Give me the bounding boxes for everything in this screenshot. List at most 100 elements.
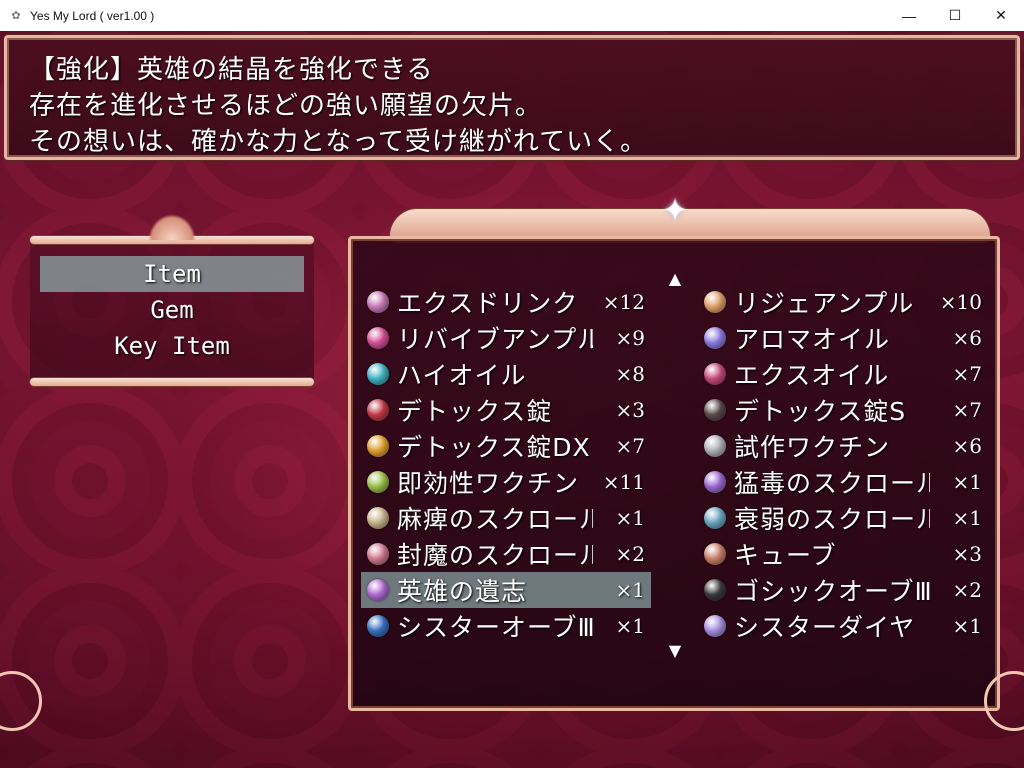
item-row[interactable]: キューブ ×3 bbox=[698, 536, 988, 572]
help-line-3: その想いは、確かな力となって受け継がれていく。 bbox=[29, 127, 648, 157]
item-name: 試作ワクチン bbox=[734, 433, 891, 462]
maximize-button[interactable]: ☐ bbox=[932, 0, 978, 31]
bottle-icon bbox=[704, 435, 726, 457]
help-line-2: 存在を進化させるほどの強い願望の欠片。 bbox=[29, 91, 543, 121]
item-count: ×3 bbox=[952, 542, 982, 566]
item-count: ×2 bbox=[952, 578, 982, 602]
item-count: ×10 bbox=[939, 290, 982, 314]
scroll-icon bbox=[367, 507, 389, 529]
item-count: ×1 bbox=[615, 506, 645, 530]
category-gem[interactable]: Gem bbox=[40, 292, 304, 328]
item-count: ×1 bbox=[952, 470, 982, 494]
scroll-icon bbox=[367, 543, 389, 565]
item-count: ×7 bbox=[952, 398, 982, 422]
bottle-icon bbox=[367, 471, 389, 493]
item-name: ゴシックオーブⅢ bbox=[734, 577, 930, 606]
minimize-button[interactable]: — bbox=[886, 0, 932, 31]
window-title: Yes My Lord ( ver1.00 ) bbox=[30, 8, 155, 23]
item-row[interactable]: デトックス錠S ×7 bbox=[698, 392, 988, 428]
scroll-icon bbox=[704, 471, 726, 493]
scroll-up-icon[interactable]: ▲ bbox=[665, 271, 685, 287]
category-item[interactable]: Item bbox=[40, 256, 304, 292]
item-name: アロマオイル bbox=[734, 325, 891, 354]
item-row[interactable]: 封魔のスクロールⅡ ×2 bbox=[361, 536, 651, 572]
category-frame-bottom bbox=[30, 378, 314, 386]
item-row[interactable]: 猛毒のスクロールⅡ ×1 bbox=[698, 464, 988, 500]
orb-cluster-icon bbox=[367, 579, 389, 601]
vial-icon bbox=[704, 327, 726, 349]
item-count: ×1 bbox=[615, 578, 645, 602]
item-list-window: ▲ ▼ エクスドリンク ×12 リジェアンプル ×10 リバイブアンプル ×9 アロマオイル… bbox=[348, 236, 1000, 711]
item-name: シスターダイヤ bbox=[734, 613, 916, 642]
vial-icon bbox=[367, 363, 389, 385]
item-row[interactable]: エクスドリンク ×12 bbox=[361, 284, 651, 320]
help-window: 【強化】英雄の結晶を強化できる 存在を進化させるほどの強い願望の欠片。 その想い… bbox=[4, 35, 1020, 160]
pill-icon bbox=[704, 399, 726, 421]
item-count: ×11 bbox=[602, 470, 645, 494]
item-count: ×3 bbox=[615, 398, 645, 422]
item-name: 英雄の遺志 bbox=[397, 577, 528, 606]
item-row[interactable]: リジェアンプル ×10 bbox=[698, 284, 988, 320]
item-name: 衰弱のスクロールⅡ bbox=[734, 505, 930, 534]
item-row[interactable]: デトックス錠 ×3 bbox=[361, 392, 651, 428]
item-name: リジェアンプル bbox=[734, 289, 915, 318]
item-row[interactable]: リバイブアンプル ×9 bbox=[361, 320, 651, 356]
item-name: ハイオイル bbox=[397, 361, 527, 390]
item-count: ×9 bbox=[615, 326, 645, 350]
item-row[interactable]: 衰弱のスクロールⅡ ×1 bbox=[698, 500, 988, 536]
item-row[interactable]: シスターダイヤ ×1 bbox=[698, 608, 988, 644]
potion-icon bbox=[704, 291, 726, 313]
item-name: 封魔のスクロールⅡ bbox=[397, 541, 593, 570]
item-name: キューブ bbox=[734, 541, 837, 570]
help-line-1: 【強化】英雄の結晶を強化できる bbox=[29, 55, 434, 85]
star-icon: ✦ bbox=[661, 191, 689, 229]
item-row[interactable]: シスターオーブⅢ ×1 bbox=[361, 608, 651, 644]
item-count: ×2 bbox=[615, 542, 645, 566]
category-window: Item Gem Key Item bbox=[30, 214, 314, 386]
crest-ornament bbox=[148, 214, 196, 240]
pill-icon bbox=[367, 399, 389, 421]
item-count: ×6 bbox=[952, 434, 982, 458]
scroll-icon bbox=[704, 507, 726, 529]
item-count: ×8 bbox=[615, 362, 645, 386]
item-row[interactable]: 英雄の遺志 ×1 bbox=[361, 572, 651, 608]
orb-icon bbox=[704, 579, 726, 601]
scroll-down-icon[interactable]: ▼ bbox=[665, 643, 685, 659]
item-row[interactable]: ゴシックオーブⅢ ×2 bbox=[698, 572, 988, 608]
potion-icon bbox=[367, 327, 389, 349]
cube-icon bbox=[704, 543, 726, 565]
close-button[interactable]: ✕ bbox=[978, 0, 1024, 31]
app-icon: ✿ bbox=[11, 10, 21, 22]
diamond-icon bbox=[704, 615, 726, 637]
potion-icon bbox=[367, 291, 389, 313]
item-row[interactable]: 即効性ワクチン ×11 bbox=[361, 464, 651, 500]
item-row[interactable]: ハイオイル ×8 bbox=[361, 356, 651, 392]
item-row[interactable]: エクスオイル ×7 bbox=[698, 356, 988, 392]
item-name: シスターオーブⅢ bbox=[397, 613, 593, 642]
item-count: ×1 bbox=[615, 614, 645, 638]
game-screen: 【強化】英雄の結晶を強化できる 存在を進化させるほどの強い願望の欠片。 その想い… bbox=[0, 31, 1024, 768]
item-name: 猛毒のスクロールⅡ bbox=[734, 469, 930, 498]
item-count: ×1 bbox=[952, 506, 982, 530]
item-name: 麻痺のスクロールⅡ bbox=[397, 505, 593, 534]
vial-icon bbox=[704, 363, 726, 385]
item-name: 即効性ワクチン bbox=[397, 469, 580, 498]
item-count: ×12 bbox=[602, 290, 645, 314]
category-key-item[interactable]: Key Item bbox=[40, 328, 304, 364]
item-name: デトックス錠 bbox=[397, 397, 553, 426]
item-name: デトックス錠DX bbox=[397, 433, 591, 462]
item-name: エクスドリンク bbox=[397, 289, 579, 318]
window-titlebar: ✿ Yes My Lord ( ver1.00 ) — ☐ ✕ bbox=[0, 0, 1024, 31]
item-row[interactable]: アロマオイル ×6 bbox=[698, 320, 988, 356]
item-name: デトックス錠S bbox=[734, 397, 907, 426]
item-name: エクスオイル bbox=[734, 361, 890, 390]
item-count: ×6 bbox=[952, 326, 982, 350]
item-row[interactable]: 試作ワクチン ×6 bbox=[698, 428, 988, 464]
orb-icon bbox=[367, 615, 389, 637]
item-count: ×1 bbox=[952, 614, 982, 638]
item-row[interactable]: デトックス錠DX ×7 bbox=[361, 428, 651, 464]
item-count: ×7 bbox=[615, 434, 645, 458]
corner-ornament-bl bbox=[0, 671, 42, 731]
item-row[interactable]: 麻痺のスクロールⅡ ×1 bbox=[361, 500, 651, 536]
item-count: ×7 bbox=[952, 362, 982, 386]
